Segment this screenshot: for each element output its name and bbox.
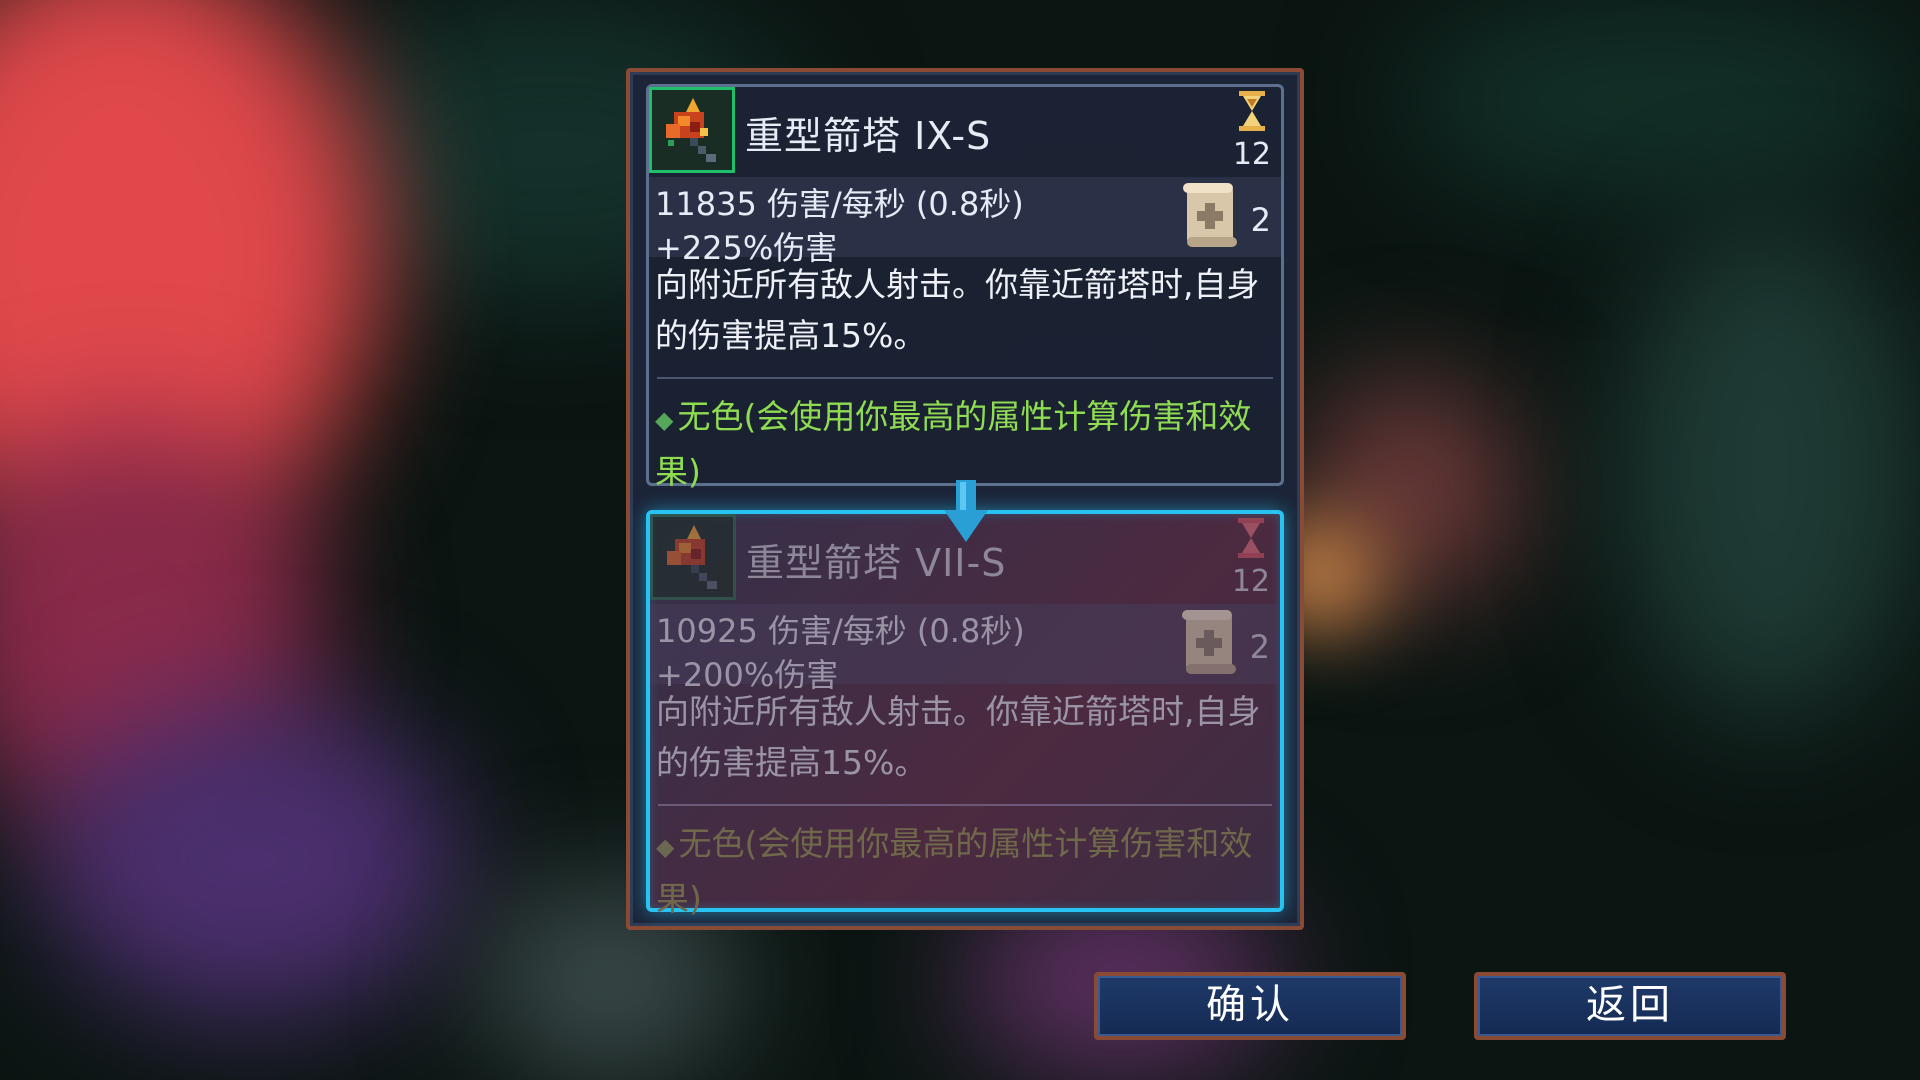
- item-icon-frame: [649, 87, 735, 173]
- cooldown-value: 12: [1231, 564, 1270, 599]
- cooldown-value: 12: [1232, 137, 1271, 172]
- heavy-turret-icon: [667, 525, 717, 589]
- back-button[interactable]: 返回: [1474, 972, 1786, 1040]
- item-icon-frame: [650, 514, 736, 600]
- item-description: 向附近所有敌人射击。你靠近箭塔时,自身的伤害提高15%。: [655, 265, 1260, 355]
- upgrade-scroll-icon: [1183, 183, 1237, 247]
- diamond-bullet-icon: ◆: [655, 406, 674, 434]
- dps-text: 11835 伤害/每秒 (0.8秒): [655, 185, 1024, 223]
- heavy-turret-icon: [666, 98, 716, 162]
- old-item-card[interactable]: 重型箭塔 VII-S 12 10925 伤害/每秒 (0.8秒) +200%伤害…: [646, 510, 1284, 918]
- diamond-bullet-icon: ◆: [656, 833, 675, 861]
- affinity-label: 无色(会使用你最高的属性计算伤害和效果): [656, 824, 1253, 918]
- scroll-count: 2: [1250, 201, 1271, 239]
- upgrade-scroll-icon: [1182, 610, 1236, 674]
- new-item-card[interactable]: 重型箭塔 IX-S 12 11835 伤害/每秒 (0.8秒) +225%伤害 …: [646, 84, 1284, 491]
- affinity-text: ◆ 无色(会使用你最高的属性计算伤害和效果): [656, 818, 1266, 924]
- dps-text: 10925 伤害/每秒 (0.8秒): [656, 612, 1025, 650]
- confirm-button[interactable]: 确认: [1094, 972, 1406, 1040]
- affinity-label: 无色(会使用你最高的属性计算伤害和效果): [655, 397, 1252, 491]
- item-description: 向附近所有敌人射击。你靠近箭塔时,自身的伤害提高15%。: [656, 692, 1261, 782]
- divider: [658, 804, 1272, 806]
- hourglass-icon: [1238, 518, 1264, 558]
- divider: [657, 377, 1273, 379]
- arrow-down-icon: [944, 480, 988, 542]
- scroll-count: 2: [1249, 628, 1270, 666]
- item-name: 重型箭塔 IX-S: [745, 114, 992, 158]
- hourglass-icon: [1239, 91, 1265, 131]
